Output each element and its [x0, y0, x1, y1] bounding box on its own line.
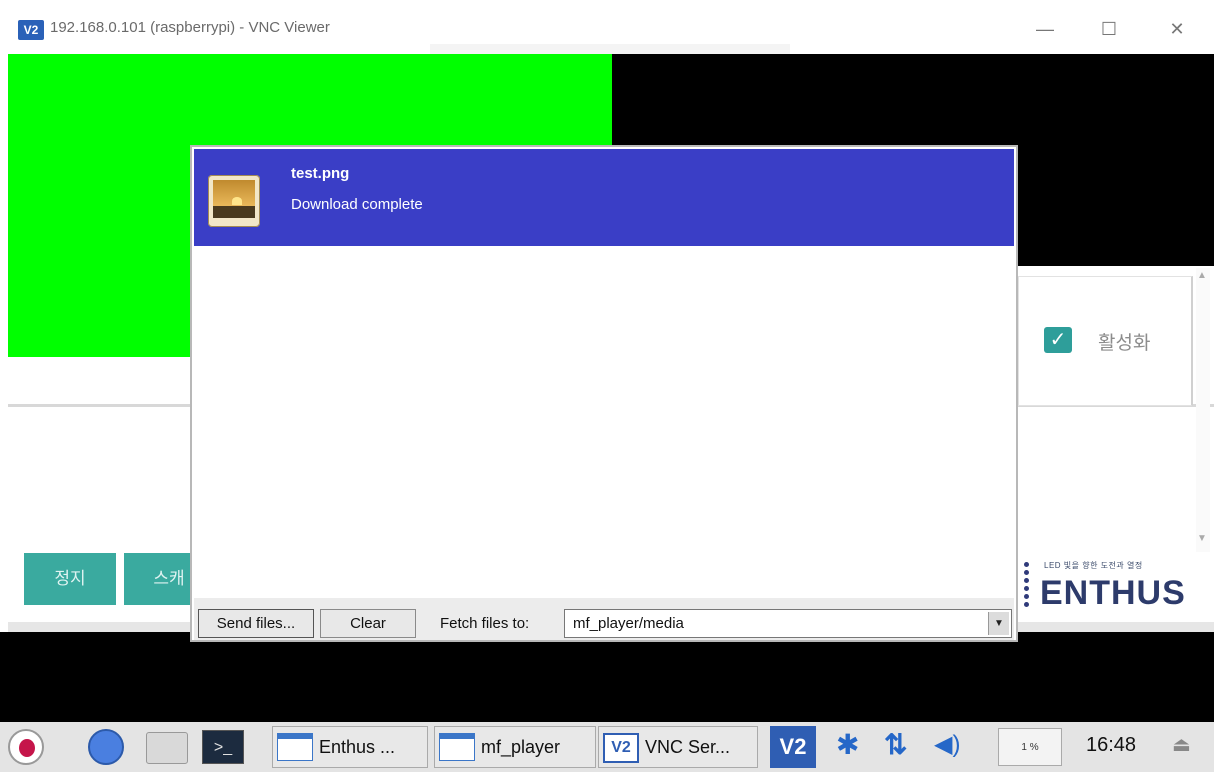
window-icon [277, 733, 313, 761]
window-icon [439, 733, 475, 761]
clock[interactable]: 16:48 [1086, 734, 1136, 757]
brand-tagline: LED 빛을 향한 도전과 열정 [1044, 561, 1143, 570]
taskbar: >_ Enthus ... mf_player V2 VNC Ser... V2… [0, 722, 1214, 772]
terminal-icon[interactable]: >_ [202, 730, 244, 764]
dropdown-arrow-icon[interactable]: ▼ [988, 612, 1009, 635]
network-icon[interactable]: ⇅ [884, 728, 907, 761]
vnc-icon: V2 [603, 733, 639, 763]
vnc-tray-icon[interactable]: V2 [770, 726, 816, 768]
enable-checkbox-label: 활성화 [1098, 333, 1151, 354]
minimize-button[interactable]: — [1030, 14, 1060, 44]
transfer-list[interactable] [194, 246, 1014, 598]
vnc-toolbar-handle[interactable] [430, 44, 790, 54]
file-manager-icon[interactable] [146, 732, 188, 764]
enthus-logo-dots-icon [1022, 560, 1032, 616]
fetch-files-label: Fetch files to: [440, 615, 530, 632]
file-transfer-dialog: test.png Download complete Send files...… [190, 145, 1018, 642]
vnc-viewer-logo-icon: V2 [18, 20, 44, 40]
taskbar-item-label: mf_player [481, 737, 561, 757]
fetch-path-value: mf_player/media [573, 615, 684, 632]
scroll-up-arrow-icon[interactable]: ▲ [1197, 270, 1207, 281]
maximize-button[interactable]: ☐ [1094, 14, 1124, 44]
clear-button[interactable]: Clear [320, 609, 416, 638]
scroll-down-arrow-icon[interactable]: ▼ [1197, 533, 1207, 544]
image-file-icon [208, 175, 260, 227]
taskbar-item-label: VNC Ser... [645, 737, 731, 757]
transfer-status: Download complete [291, 196, 423, 213]
raspberry-pi-menu-icon[interactable] [8, 729, 44, 765]
taskbar-item-mf-player[interactable]: mf_player [434, 726, 596, 768]
scrollbar[interactable] [1196, 268, 1210, 552]
dialog-footer: Send files... Clear Fetch files to: mf_p… [194, 598, 1014, 640]
enable-checkbox[interactable]: ✓ [1044, 327, 1072, 353]
window-title: 192.168.0.101 (raspberrypi) - VNC Viewer [50, 19, 330, 36]
stop-button[interactable]: 정지 [24, 553, 116, 605]
taskbar-item-vnc-server[interactable]: V2 VNC Ser... [598, 726, 758, 768]
bluetooth-icon[interactable]: ✱ [836, 728, 859, 761]
taskbar-item-enthus[interactable]: Enthus ... [272, 726, 428, 768]
web-browser-icon[interactable] [88, 729, 124, 765]
close-button[interactable]: ✕ [1162, 14, 1192, 44]
cpu-monitor: 1 % [998, 728, 1062, 766]
transfer-file-name: test.png [291, 165, 350, 182]
send-files-button[interactable]: Send files... [198, 609, 314, 638]
fetch-path-combobox[interactable]: mf_player/media ▼ [564, 609, 1012, 638]
brand-logo: ENTHUS [1040, 574, 1186, 612]
black-bottom-area [0, 632, 1214, 722]
volume-icon[interactable]: ◀) [934, 730, 960, 759]
taskbar-item-label: Enthus ... [319, 737, 396, 757]
transfer-item-selected[interactable]: test.png Download complete [194, 149, 1014, 246]
eject-icon[interactable]: ⏏ [1172, 732, 1191, 757]
window-titlebar: V2 192.168.0.101 (raspberrypi) - VNC Vie… [0, 0, 1214, 54]
